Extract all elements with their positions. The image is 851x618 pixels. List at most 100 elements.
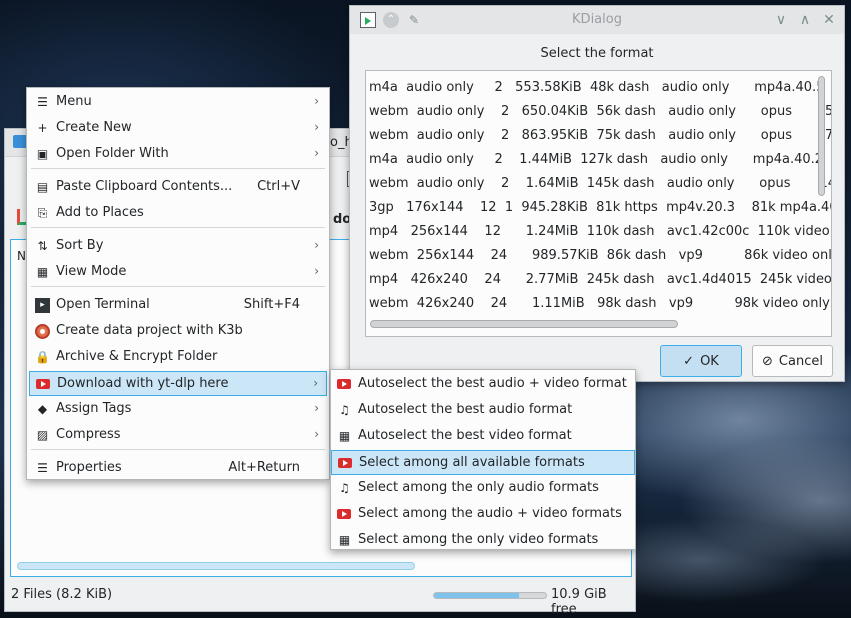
menu-item-create-new[interactable]: + Create New › xyxy=(29,116,327,141)
file-view-horizontal-scrollbar[interactable] xyxy=(17,562,627,570)
chevron-right-icon: › xyxy=(313,376,318,390)
submenu-item-autoselect-the-best-audio-format[interactable]: ♫ Autoselect the best audio format xyxy=(331,398,635,423)
kdialog-titlebar[interactable]: ⌃ ✎ KDialog ∨ ∧ ✕ xyxy=(350,6,844,34)
k3b-icon xyxy=(35,324,50,339)
compress-icon: ▨ xyxy=(36,428,49,442)
format-row[interactable]: webm 256x144 24 989.57KiB 86k dash vp9 8… xyxy=(369,244,831,268)
menu-item-label: Add to Places xyxy=(56,205,144,220)
view-mode-icon: ▦ xyxy=(36,265,49,279)
menu-item-label: Download with yt-dlp here xyxy=(57,376,229,391)
cancel-label: Cancel xyxy=(778,353,823,369)
scrollbar-thumb[interactable] xyxy=(818,76,825,196)
menu-item-shortcut: Ctrl+V xyxy=(257,179,300,194)
menu-item-paste-clipboard-contents[interactable]: ▤ Paste Clipboard Contents... Ctrl+V xyxy=(29,175,327,200)
menu-item-label: Sort By xyxy=(56,238,104,253)
format-row[interactable]: webm audio only 2 1.64MiB 145k dash audi… xyxy=(369,172,831,196)
chevron-right-icon: › xyxy=(314,264,319,278)
clipboard-icon: ▤ xyxy=(36,180,49,194)
close-icon[interactable]: ✕ xyxy=(821,12,837,28)
free-space-label: 10.9 GiB free xyxy=(551,587,607,617)
cancel-button[interactable]: ⊘ Cancel xyxy=(752,345,833,377)
free-space-bar xyxy=(433,592,547,599)
scrollbar-thumb[interactable] xyxy=(17,562,415,570)
cancel-icon: ⊘ xyxy=(762,353,773,369)
menu-item-label: Create New xyxy=(56,120,132,135)
keep-above-icon[interactable]: ⌃ xyxy=(383,12,399,28)
minimize-icon[interactable]: ∨ xyxy=(773,12,789,28)
submenu-item-label: Select among all available formats xyxy=(359,455,585,470)
submenu-item-autoselect-the-best-audio-video-format[interactable]: Autoselect the best audio + video format xyxy=(331,372,635,397)
scrollbar-thumb[interactable] xyxy=(370,320,678,328)
menu-item-assign-tags[interactable]: ◆ Assign Tags › xyxy=(29,397,327,422)
submenu-item-select-among-the-audio-video-formats[interactable]: Select among the audio + video formats xyxy=(331,502,635,527)
youtube-icon xyxy=(337,379,351,389)
open-with-icon: ▣ xyxy=(36,147,49,161)
film-icon: ▦ xyxy=(338,533,351,547)
menu-item-label: Paste Clipboard Contents... xyxy=(56,179,233,194)
status-bar: 2 Files (8.2 KiB) 10.9 GiB free xyxy=(5,581,635,617)
menu-item-add-to-places[interactable]: ⎘ Add to Places xyxy=(29,201,327,226)
chevron-right-icon: › xyxy=(314,94,319,108)
format-list[interactable]: m4a audio only 2 553.58KiB 48k dash audi… xyxy=(365,70,832,337)
menu-item-create-data-project-with-k3b[interactable]: Create data project with K3b xyxy=(29,319,327,344)
check-icon: ✓ xyxy=(683,353,695,369)
maximize-icon[interactable]: ∧ xyxy=(797,12,813,28)
submenu-item-label: Select among the only video formats xyxy=(358,532,599,547)
menu-item-download-with-yt-dlp-here[interactable]: Download with yt-dlp here › xyxy=(29,371,327,396)
format-row[interactable]: mp4 256x144 12 1.24MiB 110k dash avc1.42… xyxy=(369,220,831,244)
menu-item-open-folder-with[interactable]: ▣ Open Folder With › xyxy=(29,142,327,167)
submenu-item-select-among-the-only-audio-formats[interactable]: ♫ Select among the only audio formats xyxy=(331,476,635,501)
chevron-right-icon: › xyxy=(314,401,319,415)
chevron-right-icon: › xyxy=(314,120,319,134)
submenu-item-label: Autoselect the best audio format xyxy=(358,402,573,417)
youtube-icon xyxy=(337,509,351,519)
format-row[interactable]: mp4 426x240 24 2.77MiB 245k dash avc1.4d… xyxy=(369,268,831,292)
menu-item-open-terminal[interactable]: ▸ Open Terminal Shift+F4 xyxy=(29,293,327,318)
column-header-name[interactable]: N xyxy=(17,249,26,263)
dialog-label: Select the format xyxy=(540,46,654,61)
menu-item-label: Compress xyxy=(56,427,121,442)
menu-item-label: Create data project with K3b xyxy=(56,323,243,338)
yt-dlp-submenu: Autoselect the best audio + video format… xyxy=(330,369,636,550)
status-file-count: 2 Files (8.2 KiB) xyxy=(11,587,113,602)
menu-item-label: Archive & Encrypt Folder xyxy=(56,349,218,364)
menu-item-archive-encrypt-folder[interactable]: 🔒 Archive & Encrypt Folder xyxy=(29,345,327,370)
format-row[interactable]: webm audio only 2 863.95KiB 75k dash aud… xyxy=(369,124,831,148)
format-list-vertical-scrollbar[interactable] xyxy=(818,73,827,315)
context-menu: ☰ Menu › + Create New › ▣ Open Folder With › ▤ Pas… xyxy=(26,87,330,480)
youtube-icon xyxy=(36,379,50,389)
chevron-right-icon: › xyxy=(314,146,319,160)
menu-item-shortcut: Shift+F4 xyxy=(243,297,300,312)
music-note-icon: ♫ xyxy=(339,481,350,495)
film-icon: ▦ xyxy=(338,429,351,443)
ok-button[interactable]: ✓ OK xyxy=(660,345,742,377)
music-note-icon: ♫ xyxy=(339,403,350,417)
chevron-right-icon: › xyxy=(314,238,319,252)
menu-item-sort-by[interactable]: ⇅ Sort By › xyxy=(29,234,327,259)
menu-item-menu[interactable]: ☰ Menu › xyxy=(29,90,327,115)
format-row[interactable]: 3gp 176x144 12 1 945.28KiB 81k https mp4… xyxy=(369,196,831,220)
format-list-horizontal-scrollbar[interactable] xyxy=(370,320,814,329)
plus-icon: + xyxy=(37,121,48,135)
format-row[interactable]: m4a audio only 2 553.58KiB 48k dash audi… xyxy=(369,76,831,100)
bookmark-icon: ⎘ xyxy=(37,206,48,220)
pin-icon[interactable]: ✎ xyxy=(406,12,422,28)
menu-item-shortcut: Alt+Return xyxy=(228,460,300,475)
menu-item-label: Properties xyxy=(56,460,122,475)
submenu-item-label: Select among the only audio formats xyxy=(358,480,599,495)
submenu-item-label: Select among the audio + video formats xyxy=(358,506,622,521)
menu-item-view-mode[interactable]: ▦ View Mode › xyxy=(29,260,327,285)
ok-label: OK xyxy=(700,353,719,369)
submenu-item-select-among-the-only-video-formats[interactable]: ▦ Select among the only video formats xyxy=(331,528,635,553)
format-row[interactable]: m4a audio only 2 1.44MiB 127k dash audio… xyxy=(369,148,831,172)
app-icon[interactable] xyxy=(360,12,376,28)
format-row[interactable]: webm 426x240 24 1.11MiB 98k dash vp9 98k… xyxy=(369,292,831,316)
menu-item-label: Menu xyxy=(56,94,92,109)
menu-separator xyxy=(31,168,325,169)
submenu-item-autoselect-the-best-video-format[interactable]: ▦ Autoselect the best video format xyxy=(331,424,635,449)
properties-icon: ☰ xyxy=(37,461,48,475)
format-row[interactable]: webm audio only 2 650.04KiB 56k dash aud… xyxy=(369,100,831,124)
menu-item-properties[interactable]: ☰ Properties Alt+Return xyxy=(29,456,327,481)
menu-item-compress[interactable]: ▨ Compress › xyxy=(29,423,327,448)
submenu-item-select-among-all-available-formats[interactable]: Select among all available formats xyxy=(331,450,635,475)
